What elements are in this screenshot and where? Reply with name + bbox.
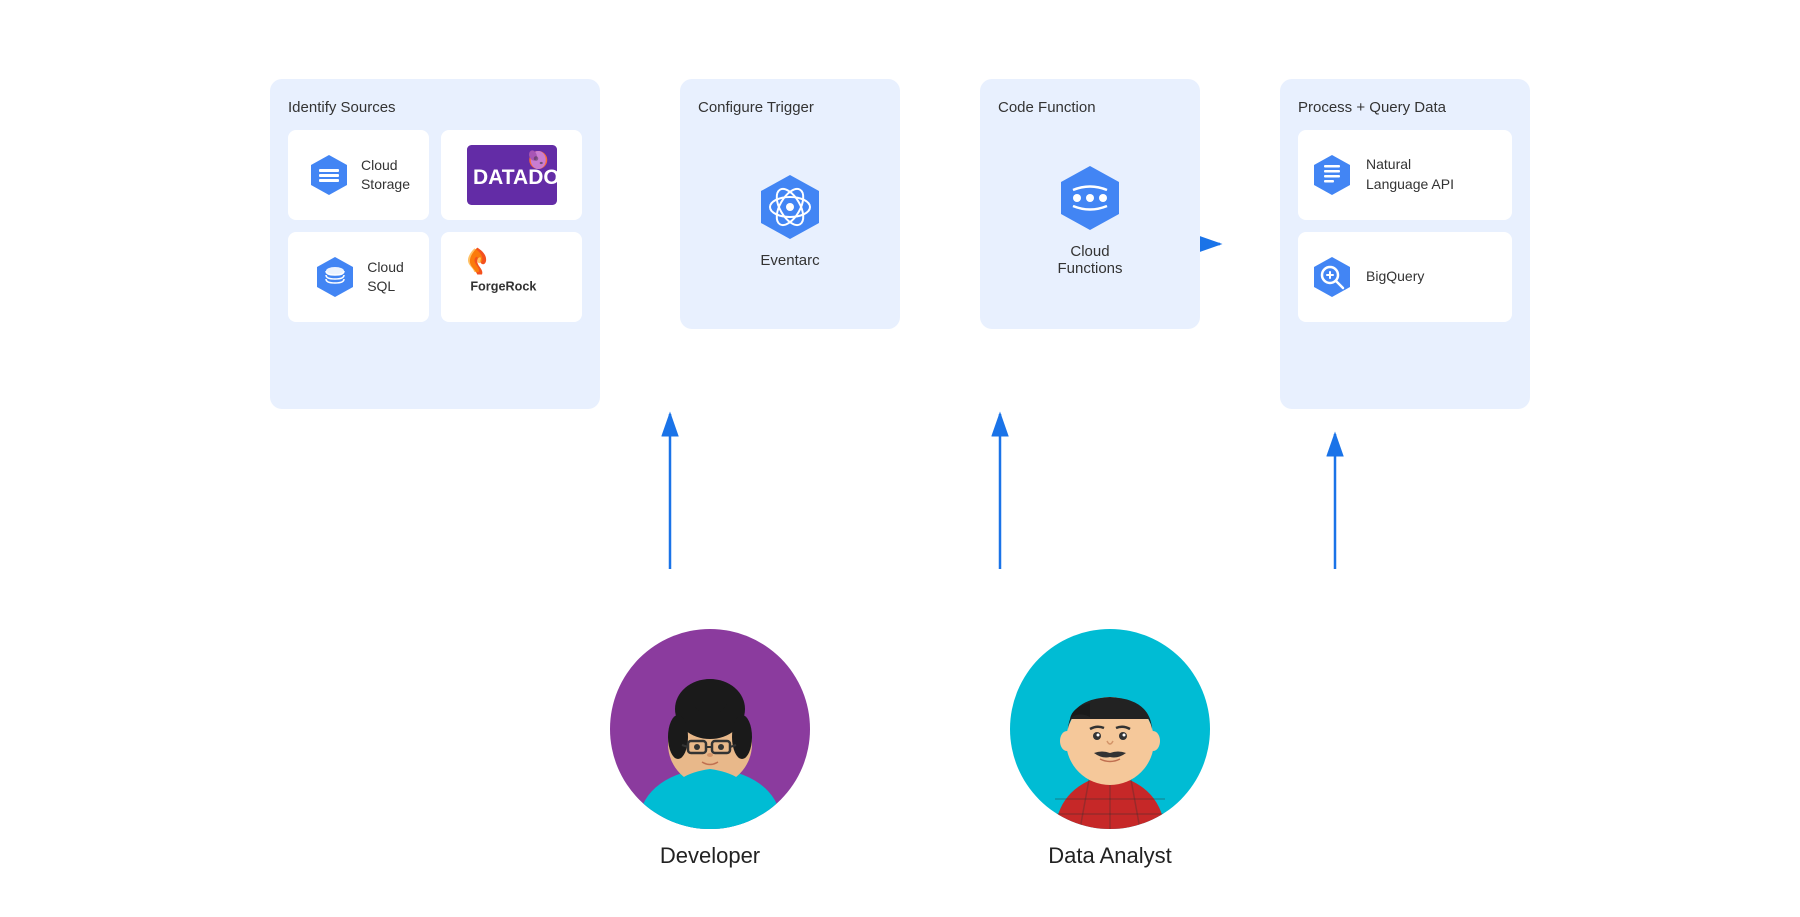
cloud-sql-card: CloudSQL <box>288 232 429 322</box>
cloud-sql-label: CloudSQL <box>367 258 404 294</box>
process-query-box: Process + Query Data NaturalLanguage API <box>1280 79 1530 409</box>
analyst-avatar <box>1010 629 1210 829</box>
personas-row: Developer <box>200 629 1600 869</box>
forgerock-card: ForgeRock <box>441 232 582 322</box>
analyst-persona: Data Analyst <box>1010 629 1210 869</box>
svg-text:DATADOG: DATADOG <box>473 166 557 189</box>
identify-sources-title: Identify Sources <box>288 99 582 116</box>
sources-grid: CloudStorage DATADOG <box>288 130 582 322</box>
configure-trigger-title: Configure Trigger <box>698 99 814 116</box>
developer-avatar <box>610 629 810 829</box>
cloud-functions-label: Cloud Functions <box>1057 243 1122 277</box>
query-items: NaturalLanguage API BigQuery <box>1298 130 1512 322</box>
cloud-storage-label: CloudStorage <box>361 156 410 192</box>
configure-trigger-box: Configure Trigger Eventarc <box>680 79 900 329</box>
process-query-title: Process + Query Data <box>1298 99 1512 116</box>
developer-name: Developer <box>660 843 760 869</box>
developer-persona: Developer <box>610 629 810 869</box>
diagram-container: Identify Sources CloudStorage <box>50 29 1750 889</box>
trigger-content: Eventarc <box>698 130 882 311</box>
function-content: Cloud Functions <box>998 130 1182 311</box>
identify-sources-box: Identify Sources CloudStorage <box>270 79 600 409</box>
datadog-card: DATADOG <box>441 130 582 220</box>
cloud-functions-icon <box>1055 163 1125 233</box>
cloud-sql-icon <box>313 255 357 299</box>
analyst-illustration <box>1010 629 1210 829</box>
bigquery-icon <box>1310 255 1354 299</box>
eventarc-icon <box>755 172 825 242</box>
stages-row: Identify Sources CloudStorage <box>200 79 1600 409</box>
eventarc-label: Eventarc <box>760 252 819 269</box>
bigquery-label: BigQuery <box>1366 267 1424 287</box>
nlp-api-icon <box>1310 153 1354 197</box>
bigquery-card: BigQuery <box>1298 232 1512 322</box>
code-function-box: Code Function Cloud Functions <box>980 79 1200 329</box>
cloud-storage-card: CloudStorage <box>288 130 429 220</box>
cloud-storage-icon <box>307 153 351 197</box>
forgerock-logo: ForgeRock <box>464 244 559 309</box>
analyst-name: Data Analyst <box>1048 843 1172 869</box>
developer-illustration <box>610 629 810 829</box>
nlp-api-card: NaturalLanguage API <box>1298 130 1512 220</box>
svg-text:ForgeRock: ForgeRock <box>470 280 537 294</box>
nlp-api-label: NaturalLanguage API <box>1366 155 1454 194</box>
code-function-title: Code Function <box>998 99 1096 116</box>
datadog-logo: DATADOG <box>467 145 557 205</box>
